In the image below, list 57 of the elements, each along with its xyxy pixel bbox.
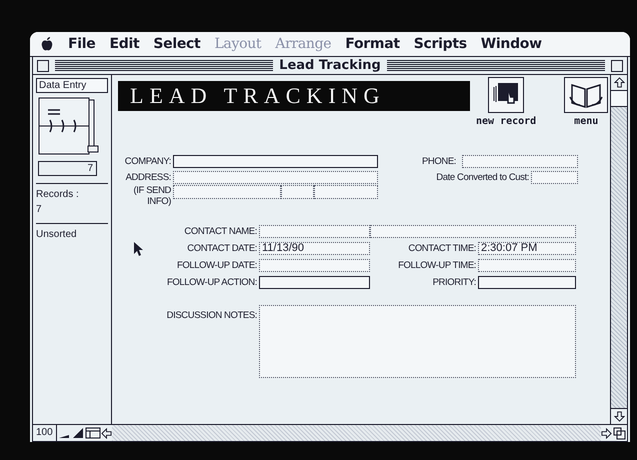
field-label: DISCUSSION NOTES: bbox=[166, 310, 257, 321]
records-count: 7 bbox=[35, 204, 43, 216]
layout-icon[interactable] bbox=[84, 426, 101, 440]
input-field[interactable] bbox=[259, 225, 370, 238]
field-label: ADDRESS: bbox=[126, 172, 171, 183]
records-label: Records : bbox=[35, 189, 80, 201]
input-field[interactable] bbox=[462, 155, 578, 168]
field-label: FOLLOW-UP TIME: bbox=[398, 260, 476, 271]
field-label: COMPANY: bbox=[124, 156, 171, 167]
field-label: CONTACT DATE: bbox=[187, 243, 257, 254]
menu-item[interactable]: Edit bbox=[109, 36, 140, 52]
input-field[interactable] bbox=[314, 185, 378, 199]
menu-item[interactable]: Select bbox=[153, 36, 200, 52]
menu-item[interactable]: Window bbox=[480, 36, 542, 52]
field-label: FOLLOW-UP ACTION: bbox=[167, 277, 257, 288]
scroll-thumb[interactable] bbox=[611, 91, 627, 107]
field-note: (IF SEND INFO) bbox=[132, 185, 172, 207]
input-field[interactable] bbox=[478, 276, 576, 289]
input-field[interactable] bbox=[281, 185, 314, 199]
field-label: CONTACT NAME: bbox=[184, 226, 257, 237]
input-field[interactable] bbox=[478, 259, 576, 272]
input-field[interactable] bbox=[370, 225, 576, 238]
mode-selector[interactable]: Data Entry bbox=[36, 78, 108, 93]
menu-item[interactable]: Format bbox=[345, 36, 400, 52]
input-field[interactable] bbox=[173, 185, 281, 199]
zoom-level[interactable]: 100 bbox=[33, 425, 57, 441]
zoom-box[interactable] bbox=[611, 60, 624, 72]
field-label: Date Converted to Cust: bbox=[436, 172, 529, 183]
scroll-right-arrow[interactable] bbox=[601, 428, 612, 438]
sort-status: Unsorted bbox=[35, 229, 78, 241]
scroll-up-arrow[interactable] bbox=[614, 77, 624, 88]
field-label: PRIORITY: bbox=[432, 277, 476, 288]
field-label: FOLLOW-UP DATE: bbox=[176, 260, 257, 271]
input-field[interactable]: 2:30:07 PM bbox=[478, 242, 576, 255]
menu-item[interactable]: Scripts bbox=[414, 36, 467, 52]
layout-banner: LEAD TRACKING bbox=[118, 81, 470, 111]
notes-field[interactable] bbox=[259, 305, 576, 378]
apple-icon[interactable] bbox=[40, 36, 54, 52]
close-box[interactable] bbox=[37, 60, 49, 72]
input-field[interactable] bbox=[173, 171, 378, 184]
pointer-icon bbox=[134, 242, 144, 257]
input-field[interactable] bbox=[259, 259, 370, 272]
input-field[interactable]: 11/13/90 bbox=[259, 242, 370, 255]
new-record-button[interactable]: new record bbox=[476, 77, 536, 127]
scroll-left-arrow[interactable] bbox=[100, 428, 112, 438]
field-label: PHONE: bbox=[422, 156, 456, 167]
scroll-track[interactable] bbox=[112, 425, 601, 441]
window-title: Lead Tracking bbox=[279, 58, 381, 73]
input-field[interactable] bbox=[531, 171, 578, 184]
field-label: CONTACT TIME: bbox=[408, 243, 476, 254]
record-number: 7 bbox=[38, 161, 97, 176]
input-field[interactable] bbox=[259, 276, 370, 289]
zoom-in-icon[interactable] bbox=[70, 426, 85, 440]
resize-icon[interactable] bbox=[612, 426, 627, 440]
scroll-down-arrow[interactable] bbox=[614, 411, 624, 422]
menu-item[interactable]: File bbox=[68, 36, 96, 52]
input-field[interactable] bbox=[173, 155, 378, 168]
